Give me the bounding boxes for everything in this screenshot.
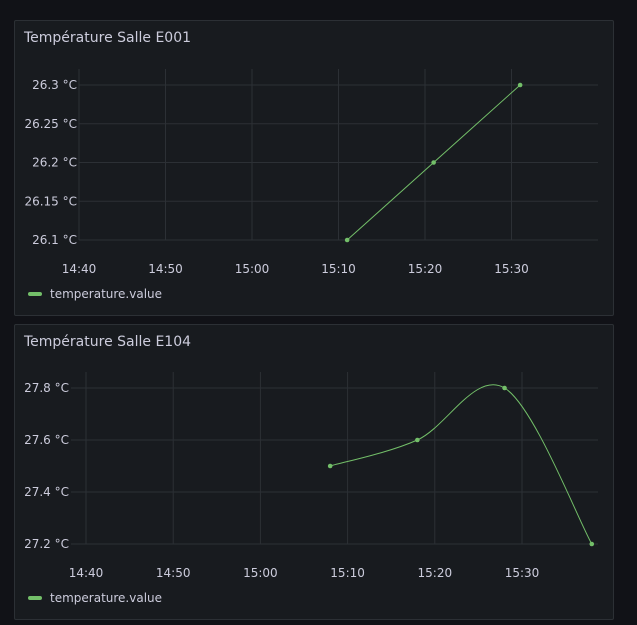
data-point[interactable]	[327, 463, 333, 469]
legend-swatch	[28, 596, 42, 600]
y-tick-label: 27.2 °C	[24, 537, 69, 551]
x-tick-label: 15:00	[235, 262, 270, 276]
data-point[interactable]	[517, 82, 523, 88]
y-tick-label: 26.1 °C	[32, 233, 77, 247]
panel-temperature-e104: Température Salle E104 27.2 °C 27.4 °C 27.…	[14, 324, 614, 620]
chart-temperature-e001: 26.1 °C 26.15 °C 26.2 °C 26.25 °C 26.3 °C 14:…	[24, 69, 598, 276]
panel-temperature-e001: Température Salle E001 26.1 °C 26.15 °C 26…	[14, 20, 614, 316]
x-tick-label: 15:30	[494, 262, 529, 276]
x-tick-label: 14:40	[69, 566, 104, 580]
x-tick-label: 15:10	[330, 566, 365, 580]
legend[interactable]: temperature.value	[28, 287, 162, 301]
data-point[interactable]	[502, 385, 507, 391]
y-tick-label: 26.15 °C	[24, 194, 77, 208]
data-point[interactable]	[431, 160, 436, 165]
x-tick-label: 15:00	[243, 566, 278, 580]
x-tick-label: 15:20	[408, 262, 443, 276]
legend-label: temperature.value	[50, 287, 163, 301]
y-tick-label: 27.8 °C	[24, 381, 69, 395]
data-point[interactable]	[415, 437, 420, 443]
data-point[interactable]	[344, 237, 350, 243]
x-tick-label: 15:20	[418, 566, 453, 580]
x-tick-label: 15:30	[505, 566, 540, 580]
x-tick-label: 15:10	[321, 262, 356, 276]
series-line-temperature[interactable]	[330, 384, 593, 545]
x-tick-label: 14:50	[148, 262, 183, 276]
x-tick-label: 14:40	[62, 262, 97, 276]
chart-temperature-e104: 27.2 °C 27.4 °C 27.6 °C 27.8 °C 14:40 14:50 15…	[24, 372, 598, 580]
legend-label: temperature.value	[50, 591, 163, 605]
x-tick-label: 14:50	[156, 566, 191, 580]
y-tick-label: 26.3 °C	[32, 78, 77, 92]
legend[interactable]: temperature.value	[28, 591, 162, 605]
y-tick-label: 26.2 °C	[32, 156, 77, 170]
y-tick-label: 27.4 °C	[24, 485, 69, 499]
y-tick-label: 27.6 °C	[24, 433, 69, 447]
legend-swatch	[28, 292, 42, 296]
y-tick-label: 26.25 °C	[24, 117, 77, 131]
data-point[interactable]	[589, 541, 595, 547]
